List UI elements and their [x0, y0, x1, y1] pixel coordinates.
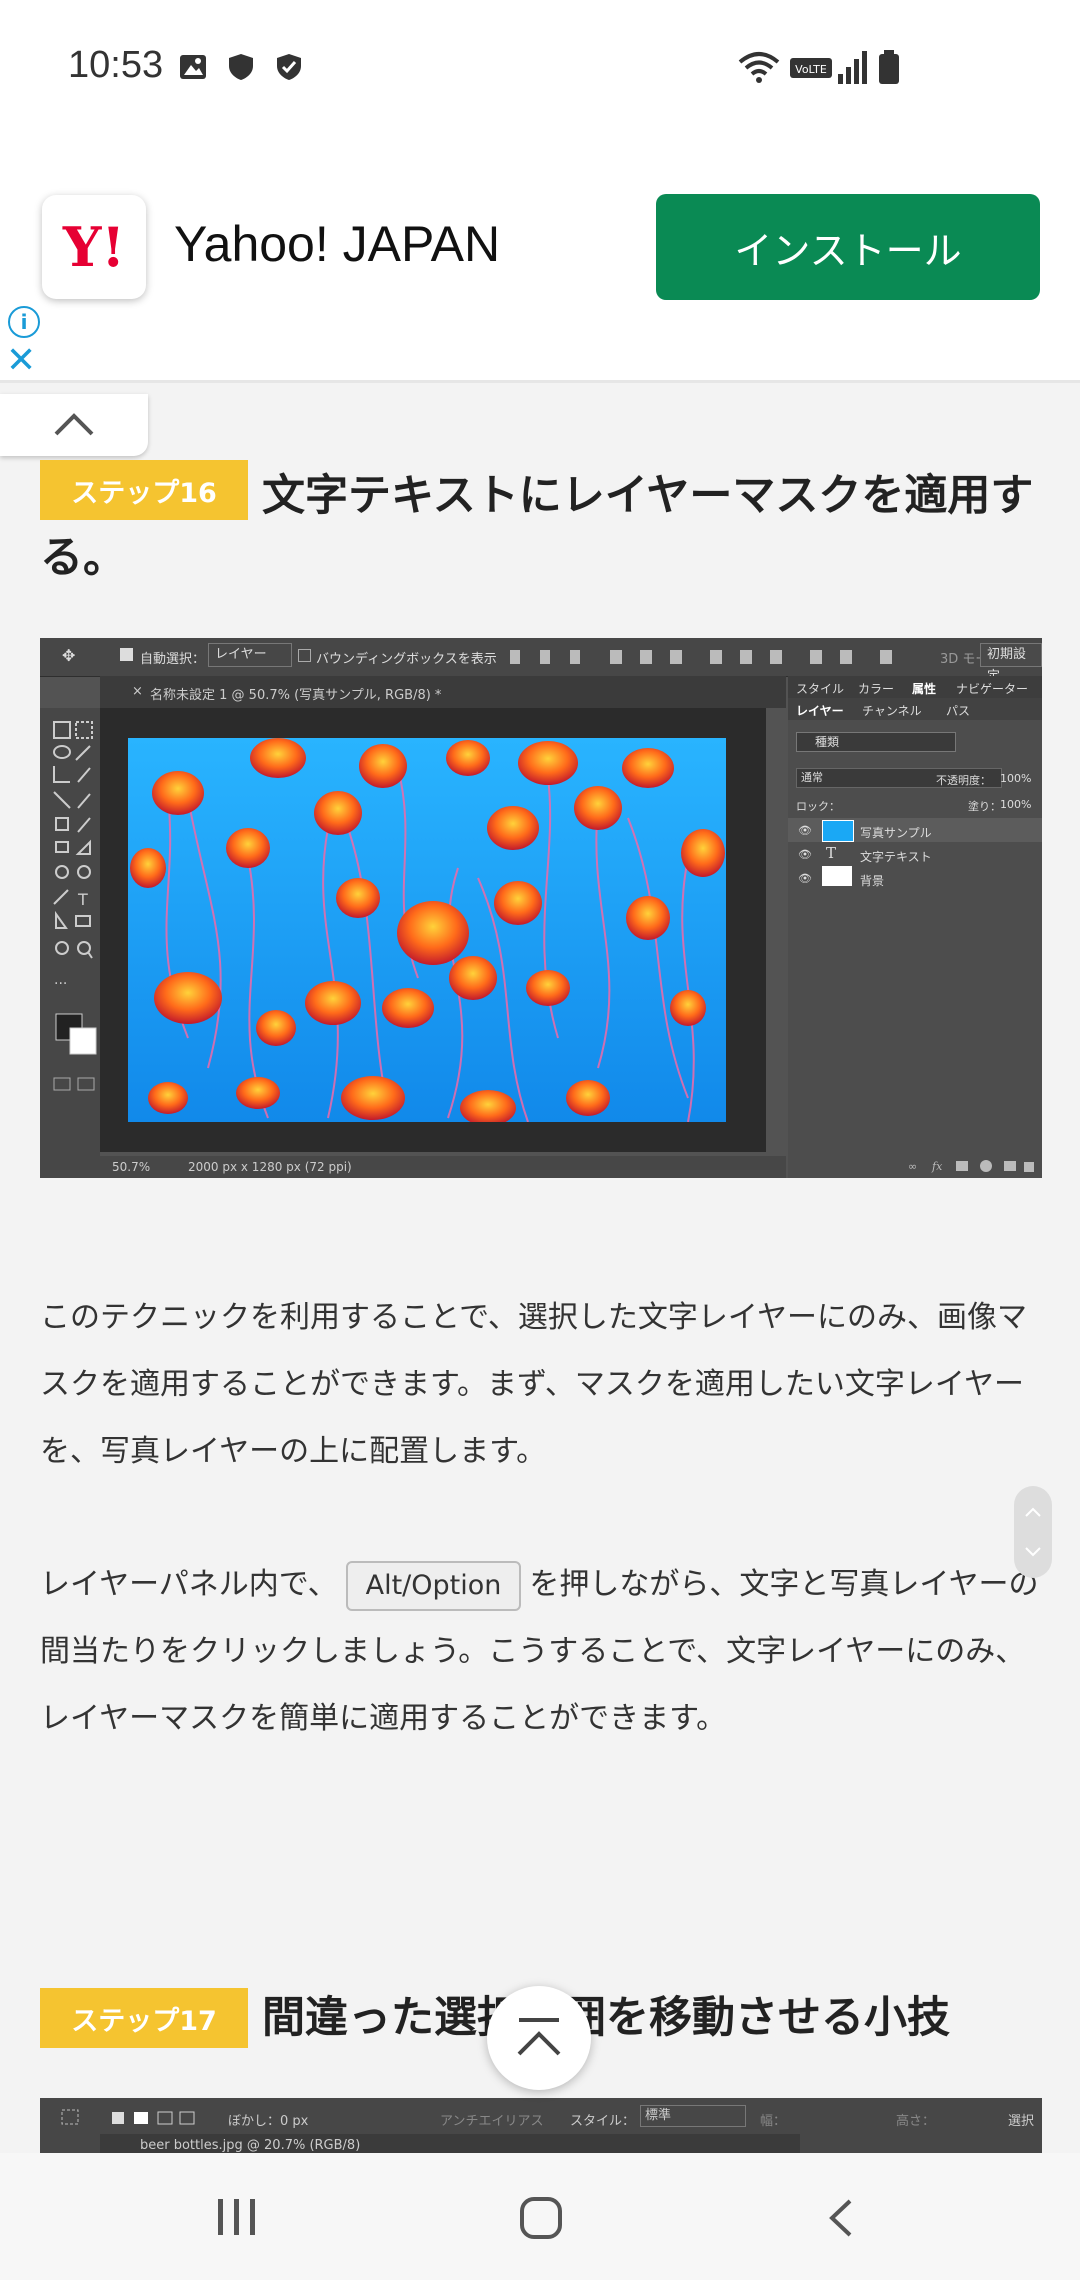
style-label: スタイル： [570, 2114, 636, 2129]
section-heading: 文字テキストにレイヤーマスクを適用する。 [40, 471, 1034, 583]
tab-color: カラー [858, 682, 895, 696]
jellyfish-image [128, 738, 726, 1122]
opacity-value: 100% [1000, 772, 1032, 785]
scroll-arrows-icon [1025, 1507, 1041, 1557]
alt-option-key: Alt/Option [345, 1560, 522, 1611]
feather-label: ぼかし：0 px [228, 2114, 309, 2129]
layer-dropdown: レイヤー [208, 643, 292, 667]
svg-text:∞: ∞ [908, 1160, 917, 1173]
layer-thumbnail-photo [822, 820, 854, 842]
opacity-label: 不透明度： [936, 774, 991, 787]
tab-layers: レイヤー [796, 704, 844, 718]
select-button: 選択 [1008, 2114, 1035, 2129]
tool-icons: T ··· [53, 721, 97, 1091]
tab-styles: スタイル [796, 682, 845, 696]
paragraph-1: このテクニックを利用することで、選択した文字レイヤーにのみ、画像マスクを適用する… [40, 1300, 1027, 1469]
paragraph-2: レイヤーパネル内で、 Alt/Option を押しながら、文字と写真レイヤーの間当た… [40, 1551, 1040, 1752]
scroll-handle[interactable] [1014, 1486, 1052, 1578]
recents-icon[interactable] [214, 2197, 260, 2237]
image-icon [180, 55, 206, 79]
status-time: 10:53 [68, 44, 164, 86]
move-tool-icon: ✥ [62, 646, 76, 665]
workspace-button: 初期設定 [980, 643, 1042, 684]
photoshop-screenshot-2: ぼかし：0 px アンチエイリアス スタイル： 標準 幅： 高さ： 選択 bee… [40, 2098, 1042, 2158]
back-to-top-button[interactable] [487, 1986, 591, 2090]
document-tab-title: 名称未設定 1 @ 50.7% (写真サンプル, RGB/8) * [150, 688, 442, 703]
filter-kind: 種類 [796, 732, 956, 752]
document-info: 2000 px x 1280 px (72 ppi) [188, 1160, 352, 1174]
section-heading: 間違った選択範囲を移動させる小技 [262, 1993, 950, 2043]
auto-select-checkbox [120, 648, 133, 661]
selection-mode-icons [61, 2109, 195, 2125]
text-layer-icon: T [826, 844, 837, 862]
options-bar: ✥ 自動選択： レイヤー バウンディングボックスを表示 3D モード 初期設定 [40, 638, 1042, 684]
tab-channels: チャンネル [862, 704, 922, 718]
fill-value: 100% [1000, 798, 1032, 811]
svg-text:fx: fx [931, 1160, 943, 1173]
back-icon[interactable] [826, 2197, 856, 2239]
volte-icon: VoLTE [790, 58, 832, 78]
antialias-label: アンチエイリアス [440, 2114, 544, 2129]
eye-icon: 👁 [798, 824, 812, 837]
document-tab: × 名称未設定 1 @ 50.7% (写真サンプル, RGB/8) * [100, 676, 786, 708]
jellyfish-photo [128, 738, 726, 1122]
wifi-icon [738, 52, 780, 83]
height-label: 高さ： [896, 2114, 936, 2129]
battery-icon [879, 50, 899, 84]
svg-text:T: T [77, 890, 88, 909]
layers-panel: スタイル カラー 属性 ナビゲーター レイヤー チャンネル パス 種類 通常 不… [788, 676, 1042, 1178]
paragraph-2-start: レイヤーパネル内で、 [40, 1567, 338, 1602]
arrow-up-icon [517, 2018, 561, 2056]
bounding-box-label: バウンディングボックスを表示 [316, 652, 497, 667]
ad-app-name: Yahoo! JAPAN [174, 216, 501, 272]
eye-icon: 👁 [798, 848, 812, 861]
style-dropdown: 標準 [640, 2105, 746, 2127]
step-badge: ステップ17 [40, 1988, 248, 2048]
chevron-up-icon [54, 413, 94, 436]
svg-text:VoLTE: VoLTE [795, 63, 827, 76]
status-footer: 50.7% 2000 px x 1280 px (72 ppi) [100, 1156, 786, 1178]
home-icon[interactable] [518, 2195, 564, 2241]
fill-label: 塗り： [968, 800, 1001, 813]
shield-icon [229, 54, 253, 80]
install-button[interactable]: インストール [656, 194, 1040, 300]
tab-paths: パス [946, 704, 971, 718]
lock-label: ロック： [796, 800, 840, 813]
tab-navigator: ナビゲーター [956, 682, 1029, 696]
layer-thumbnail-bg [822, 866, 852, 886]
bounding-box-checkbox [298, 649, 311, 662]
photoshop-screenshot: ✥ 自動選択： レイヤー バウンディングボックスを表示 3D モード 初期設定 … [40, 638, 1042, 1178]
tab-close-icon: × [132, 684, 143, 699]
ad-close-icon[interactable]: ✕ [6, 340, 36, 381]
zoom-level: 50.7% [112, 1160, 151, 1174]
tab-properties: 属性 [912, 682, 937, 696]
svg-text:···: ··· [54, 976, 67, 992]
auto-select-label: 自動選択： [140, 652, 206, 667]
ad-banner[interactable]: Y! Yahoo! JAPAN インストール i ✕ [0, 140, 1080, 383]
ad-info-icon[interactable]: i [8, 306, 40, 338]
signal-icon [838, 51, 867, 84]
yahoo-logo: Y! [42, 195, 146, 299]
layer-name-photo: 写真サンプル [860, 826, 932, 840]
layer-footer-icons: ∞ fx [908, 1160, 1034, 1173]
tools-panel: T ··· [40, 708, 100, 1178]
align-icons [510, 650, 892, 664]
document-tab-title-2: beer bottles.jpg @ 20.7% (RGB/8) [140, 2138, 361, 2153]
status-bar: 10:53 VoLTE [0, 0, 1080, 140]
shield-check-icon [277, 54, 301, 80]
layer-name-text: 文字テキスト [860, 850, 932, 864]
collapse-ad-button[interactable] [0, 394, 148, 456]
eye-icon: 👁 [798, 872, 812, 885]
width-label: 幅： [760, 2114, 787, 2129]
system-nav-bar [0, 2153, 1080, 2280]
layer-name-background: 背景 [860, 874, 885, 888]
